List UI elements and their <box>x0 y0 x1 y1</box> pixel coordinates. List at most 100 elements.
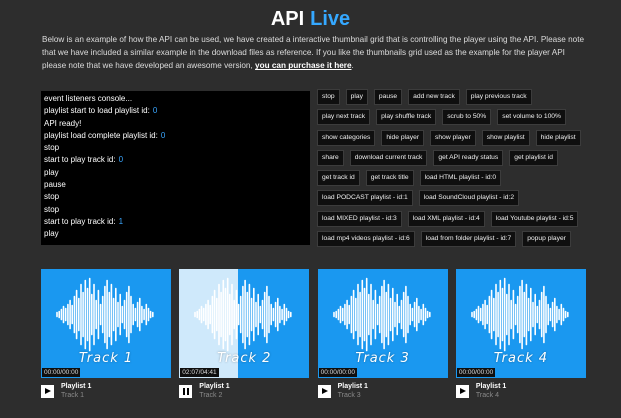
console-line-text: start to play track id: <box>44 155 116 165</box>
time-display: 00:00/00:00 <box>456 368 496 377</box>
console-line-text: play <box>44 229 59 239</box>
thumbnail-artwork[interactable]: Track 1 00:00/00:00 <box>41 269 171 378</box>
api-button-row: load MIXED playlist - id:3 load XML playl… <box>317 210 587 231</box>
track-name: Track 3 <box>337 392 361 399</box>
intro-paragraph: Below is an example of how the API can b… <box>42 33 587 73</box>
api-button-get-track-title[interactable]: get track title <box>365 170 414 187</box>
thumbnail-track-label: Track 1 <box>78 351 134 366</box>
thumbnail-card[interactable]: Track 1 00:00/00:00 Playlist 1 Track 1 <box>41 269 171 404</box>
api-button-share[interactable]: share <box>317 149 344 166</box>
api-button-get-track-id[interactable]: get track id <box>317 170 360 187</box>
api-button-row: load PODCAST playlist - id:1 load SoundCl… <box>317 190 587 210</box>
track-meta: Playlist 1 Track 3 <box>338 383 368 399</box>
track-name: Track 4 <box>475 392 499 399</box>
thumbnail-info: Playlist 1 Track 3 <box>317 382 448 404</box>
api-button-load-html-playlist-id-0[interactable]: load HTML playlist - id:0 <box>419 170 502 187</box>
console-line-id: 0 <box>152 106 158 116</box>
api-button-get-api-ready-status[interactable]: get API ready status <box>433 149 504 166</box>
api-button-row: load mp4 videos playlist - id:6 load from… <box>317 231 587 251</box>
thumbnail-info: Playlist 1 Track 2 <box>179 382 309 404</box>
thumbnail-card[interactable]: Track 3 00:00/00:00 Playlist 1 Track 3 <box>317 269 448 404</box>
api-button-load-xml-playlist-id-4[interactable]: load XML playlist - id:4 <box>407 210 485 227</box>
time-display: 00:00/00:00 <box>318 368 357 377</box>
api-button-play[interactable]: play <box>345 89 368 105</box>
console-line: API ready! <box>44 118 307 130</box>
api-button-show-playlist[interactable]: show playlist <box>481 129 530 146</box>
api-button-hide-playlist[interactable]: hide playlist <box>535 129 581 146</box>
api-button-scrub-to-50[interactable]: scrub to 50% <box>442 109 492 126</box>
api-button-load-soundcloud-playlist-id-2[interactable]: load SoundCloud playlist - id:2 <box>418 190 520 207</box>
console-line: stop <box>44 142 307 154</box>
api-button-load-mp4-videos-playlist-id-6[interactable]: load mp4 videos playlist - id:6 <box>317 231 415 248</box>
console-line: pause <box>44 179 307 191</box>
console-line-text: start to play track id: <box>44 216 116 226</box>
thumbnail-track-label: Track 2 <box>217 351 272 366</box>
playlist-name: Playlist 1 <box>61 383 92 390</box>
track-name: Track 1 <box>61 392 85 399</box>
play-icon <box>321 388 328 394</box>
console-line: playlist start to load playlist id: 0 <box>44 105 307 117</box>
pause-icon <box>186 388 189 395</box>
api-button-hide-player[interactable]: hide player <box>381 129 425 146</box>
api-button-row: get track id get track title load HTML pla… <box>317 170 587 190</box>
track-meta: Playlist 1 Track 4 <box>476 383 506 399</box>
thumbnail-card[interactable]: Track 2 02:07/04:41 Playlist 1 Track 2 <box>179 269 310 404</box>
api-button-play-previous-track[interactable]: play previous track <box>465 89 532 105</box>
api-button-load-from-folder-playlist-id-7[interactable]: load from folder playlist - id:7 <box>420 231 517 248</box>
api-button-row: play next track play shuffle track scrub t… <box>317 109 587 129</box>
page-title-accent: Live <box>310 8 351 30</box>
time-display: 00:00/00:00 <box>42 368 81 377</box>
console-line-text: playlist load complete playlist id: <box>44 130 158 140</box>
thumbnail-card[interactable]: Track 4 00:00/00:00 Playlist 1 Track 4 <box>455 269 586 404</box>
api-button-row: show categories hide player show player sho… <box>317 129 587 150</box>
console-line-text: API ready! <box>44 118 82 128</box>
api-button-load-mixed-playlist-id-3[interactable]: load MIXED playlist - id:3 <box>317 210 402 227</box>
thumbnail-track-label: Track 4 <box>493 351 549 366</box>
console-line: event listeners console... <box>44 93 307 105</box>
api-button-show-player[interactable]: show player <box>430 129 476 146</box>
console-line: play <box>44 167 307 179</box>
api-button-popup-player[interactable]: popup player <box>522 231 571 248</box>
pause-button[interactable] <box>179 385 193 398</box>
play-button[interactable] <box>41 385 54 398</box>
thumbnail-artwork[interactable]: Track 4 00:00/00:00 <box>455 269 586 378</box>
console-line: start to play track id: 0 <box>44 154 307 166</box>
api-button-load-podcast-playlist-id-1[interactable]: load PODCAST playlist - id:1 <box>317 190 413 207</box>
api-button-play-next-track[interactable]: play next track <box>317 109 371 126</box>
console-line: start to play track id: 1 <box>44 216 307 228</box>
api-button-row: share download current track get API ready… <box>317 149 587 170</box>
api-button-add-new-track[interactable]: add new track <box>408 89 460 105</box>
api-button-set-volume-to-100[interactable]: set volume to 100% <box>497 109 566 126</box>
playlist-name: Playlist 1 <box>337 383 368 390</box>
thumbnail-info: Playlist 1 Track 4 <box>455 382 586 404</box>
pause-icon <box>182 388 185 395</box>
waveform-icon <box>471 277 569 352</box>
thumbnail-info: Playlist 1 Track 1 <box>41 382 171 404</box>
track-meta: Playlist 1 Track 2 <box>199 383 229 399</box>
api-button-download-current-track[interactable]: download current track <box>349 149 428 166</box>
thumbnail-artwork[interactable]: Track 3 00:00/00:00 <box>317 269 448 378</box>
play-button[interactable] <box>455 385 469 398</box>
play-icon <box>45 388 51 394</box>
api-button-stop[interactable]: stop <box>317 89 340 105</box>
time-display: 02:07/04:41 <box>180 368 219 377</box>
console-line-text: stop <box>44 192 60 202</box>
api-button-load-youtube-playlist-id-5[interactable]: load Youtube playlist - id:5 <box>490 210 579 227</box>
api-button-play-shuffle-track[interactable]: play shuffle track <box>376 109 437 126</box>
purchase-link[interactable]: you can purchase it here <box>255 61 351 70</box>
play-icon <box>459 388 466 394</box>
console-line-text: playlist start to load playlist id: <box>44 106 150 116</box>
console-line: stop <box>44 204 307 216</box>
api-button-show-categories[interactable]: show categories <box>317 129 376 146</box>
console-line-text: stop <box>44 143 60 153</box>
console-line-text: pause <box>44 180 66 190</box>
thumbnail-track-label: Track 3 <box>355 351 410 366</box>
console-line: playlist load complete playlist id: 0 <box>44 130 307 142</box>
api-button-get-playlist-id[interactable]: get playlist id <box>509 149 558 166</box>
playlist-name: Playlist 1 <box>199 383 230 390</box>
track-meta: Playlist 1 Track 1 <box>61 383 91 399</box>
api-button-pause[interactable]: pause <box>373 89 403 105</box>
api-button-panel: stop play pause add new track play previous … <box>317 89 587 251</box>
thumbnail-artwork[interactable]: Track 2 02:07/04:41 <box>179 269 310 378</box>
play-button[interactable] <box>317 385 331 398</box>
